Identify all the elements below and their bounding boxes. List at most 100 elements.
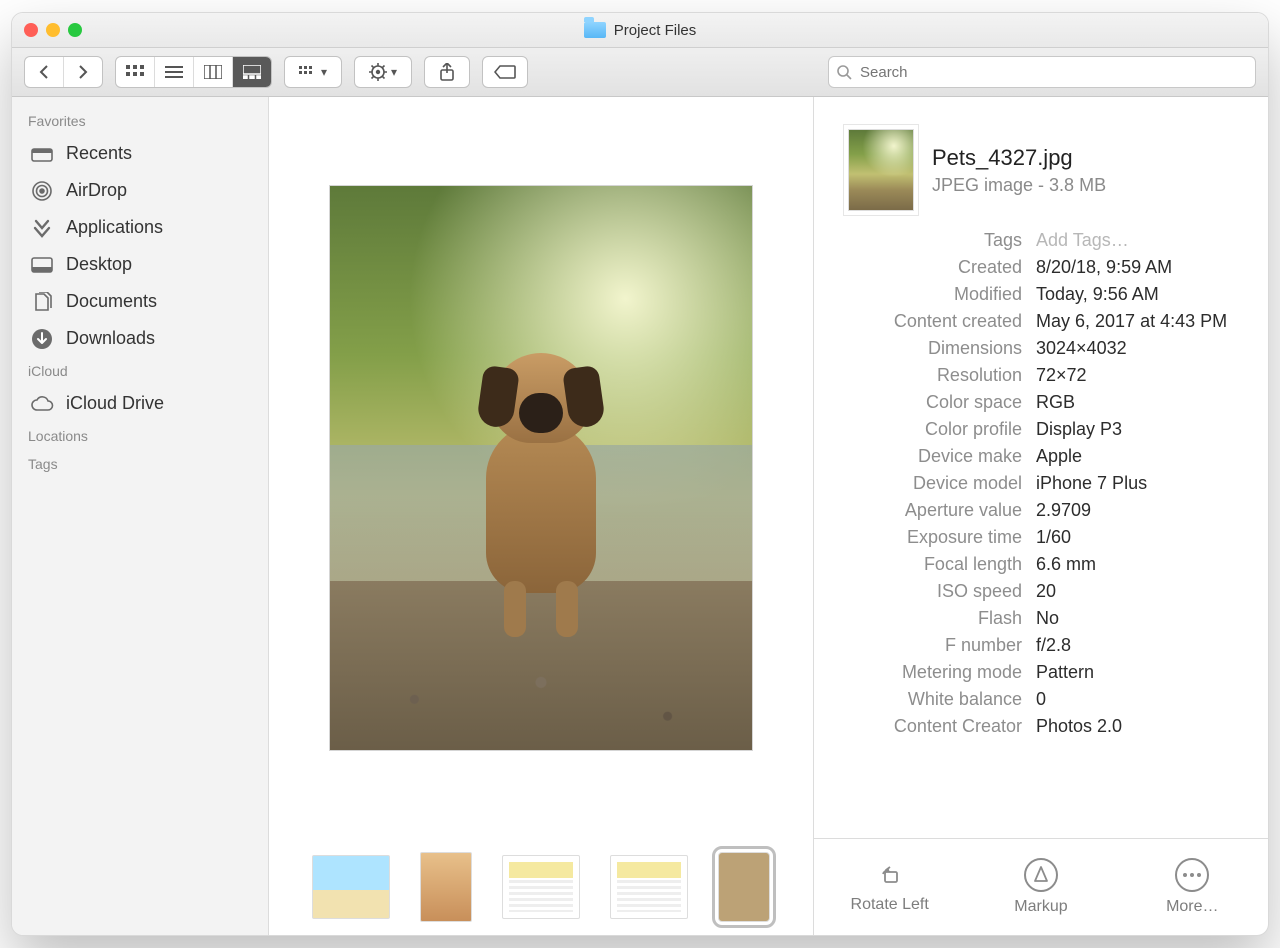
info-thumbnail: [848, 129, 914, 211]
meta-key: Device make: [836, 446, 1036, 467]
share-button[interactable]: [424, 56, 470, 88]
file-subline: JPEG image - 3.8 MB: [932, 175, 1106, 196]
meta-value: 20: [1036, 581, 1246, 602]
quick-actions: Rotate Left Markup More…: [814, 838, 1268, 935]
search-input[interactable]: [858, 63, 1247, 82]
titlebar: Project Files: [12, 13, 1268, 48]
info-header: Pets_4327.jpg JPEG image - 3.8 MB: [814, 97, 1268, 225]
nav-segment: [24, 56, 103, 88]
meta-key: Modified: [836, 284, 1036, 305]
meta-row: Content CreatorPhotos 2.0: [836, 713, 1246, 740]
view-columns-button[interactable]: [194, 57, 233, 87]
arrange-button[interactable]: ▾: [284, 56, 342, 88]
more-icon: [1175, 858, 1209, 892]
meta-row: Created8/20/18, 9:59 AM: [836, 254, 1246, 281]
sidebar-item-documents[interactable]: Documents: [12, 283, 268, 320]
downloads-icon: [30, 329, 54, 349]
sidebar-item-desktop[interactable]: Desktop: [12, 246, 268, 283]
meta-key: Content Creator: [836, 716, 1036, 737]
meta-key: Aperture value: [836, 500, 1036, 521]
preview-image[interactable]: [329, 185, 753, 751]
view-gallery-button[interactable]: [233, 57, 271, 87]
view-icons-button[interactable]: [116, 57, 155, 87]
meta-row: FlashNo: [836, 605, 1246, 632]
sidebar-item-label: Applications: [66, 217, 163, 238]
meta-row: Dimensions3024×4032: [836, 335, 1246, 362]
meta-key: F number: [836, 635, 1036, 656]
thumb-dog[interactable]: [718, 852, 770, 922]
rotate-left-icon: [875, 860, 905, 890]
meta-value: 1/60: [1036, 527, 1246, 548]
window-title-text: Project Files: [614, 22, 697, 39]
meta-value: f/2.8: [1036, 635, 1246, 656]
meta-value[interactable]: Add Tags…: [1036, 230, 1246, 251]
sidebar-item-downloads[interactable]: Downloads: [12, 320, 268, 357]
finder-window: Project Files: [11, 12, 1269, 936]
sidebar-item-label: iCloud Drive: [66, 393, 164, 414]
folder-icon: [584, 22, 606, 38]
thumb-spreadsheet[interactable]: [502, 855, 580, 919]
search-icon: [837, 65, 852, 80]
desktop-icon: [30, 255, 54, 275]
search-field[interactable]: [828, 56, 1256, 88]
sidebar-item-airdrop[interactable]: AirDrop: [12, 172, 268, 209]
tags-button[interactable]: [482, 56, 528, 88]
meta-value: 0: [1036, 689, 1246, 710]
meta-value: Apple: [1036, 446, 1246, 467]
meta-key: ISO speed: [836, 581, 1036, 602]
zoom-window-button[interactable]: [68, 23, 82, 37]
quick-action-markup[interactable]: Markup: [981, 858, 1101, 916]
meta-row: Resolution72×72: [836, 362, 1246, 389]
sidebar-item-icloud-drive[interactable]: iCloud Drive: [12, 385, 268, 422]
gallery-pane: [269, 97, 814, 935]
meta-row: Device modeliPhone 7 Plus: [836, 470, 1246, 497]
meta-row: Device makeApple: [836, 443, 1246, 470]
sidebar-item-label: Recents: [66, 143, 132, 164]
quick-action-more[interactable]: More…: [1132, 858, 1252, 916]
sidebar-section-tags[interactable]: Tags: [12, 450, 268, 478]
meta-key: Content created: [836, 311, 1036, 332]
meta-row: Color profileDisplay P3: [836, 416, 1246, 443]
sidebar-section-locations[interactable]: Locations: [12, 422, 268, 450]
window-controls: [24, 23, 82, 37]
sidebar-item-label: Documents: [66, 291, 157, 312]
sidebar-item-label: AirDrop: [66, 180, 127, 201]
file-size: 3.8 MB: [1049, 175, 1106, 195]
content-area: Pets_4327.jpg JPEG image - 3.8 MB TagsAd…: [269, 97, 1268, 935]
view-list-button[interactable]: [155, 57, 194, 87]
file-kind: JPEG image: [932, 175, 1033, 195]
meta-value: 8/20/18, 9:59 AM: [1036, 257, 1246, 278]
meta-key: White balance: [836, 689, 1036, 710]
minimize-window-button[interactable]: [46, 23, 60, 37]
close-window-button[interactable]: [24, 23, 38, 37]
sidebar-item-applications[interactable]: Applications: [12, 209, 268, 246]
meta-key: Resolution: [836, 365, 1036, 386]
meta-key: Flash: [836, 608, 1036, 629]
thumbnail-strip: [269, 839, 813, 935]
meta-row: F numberf/2.8: [836, 632, 1246, 659]
quick-action-label: Rotate Left: [851, 896, 929, 914]
thumb-palms[interactable]: [420, 852, 472, 922]
chevron-down-icon: ▾: [391, 65, 397, 79]
action-menu-button[interactable]: ▾: [354, 56, 412, 88]
nav-back-button[interactable]: [25, 57, 64, 87]
meta-value: May 6, 2017 at 4:43 PM: [1036, 311, 1246, 332]
toolbar: ▾ ▾: [12, 48, 1268, 97]
meta-value: Photos 2.0: [1036, 716, 1246, 737]
thumb-beach[interactable]: [312, 855, 390, 919]
window-body: Favorites Recents AirDrop Applications Deskt…: [12, 97, 1268, 935]
meta-key: Color space: [836, 392, 1036, 413]
meta-value: Display P3: [1036, 419, 1246, 440]
quick-action-label: Markup: [1014, 898, 1067, 916]
sidebar-item-recents[interactable]: Recents: [12, 135, 268, 172]
nav-forward-button[interactable]: [64, 57, 102, 87]
meta-row: Content createdMay 6, 2017 at 4:43 PM: [836, 308, 1246, 335]
quick-action-rotate-left[interactable]: Rotate Left: [830, 860, 950, 914]
metadata-list: TagsAdd Tags… Created8/20/18, 9:59 AM Modi…: [814, 225, 1268, 838]
meta-key: Tags: [836, 230, 1036, 251]
sidebar-section-icloud[interactable]: iCloud: [12, 357, 268, 385]
meta-value: 2.9709: [1036, 500, 1246, 521]
sidebar-section-favorites[interactable]: Favorites: [12, 107, 268, 135]
thumb-report[interactable]: [610, 855, 688, 919]
meta-row: ISO speed20: [836, 578, 1246, 605]
